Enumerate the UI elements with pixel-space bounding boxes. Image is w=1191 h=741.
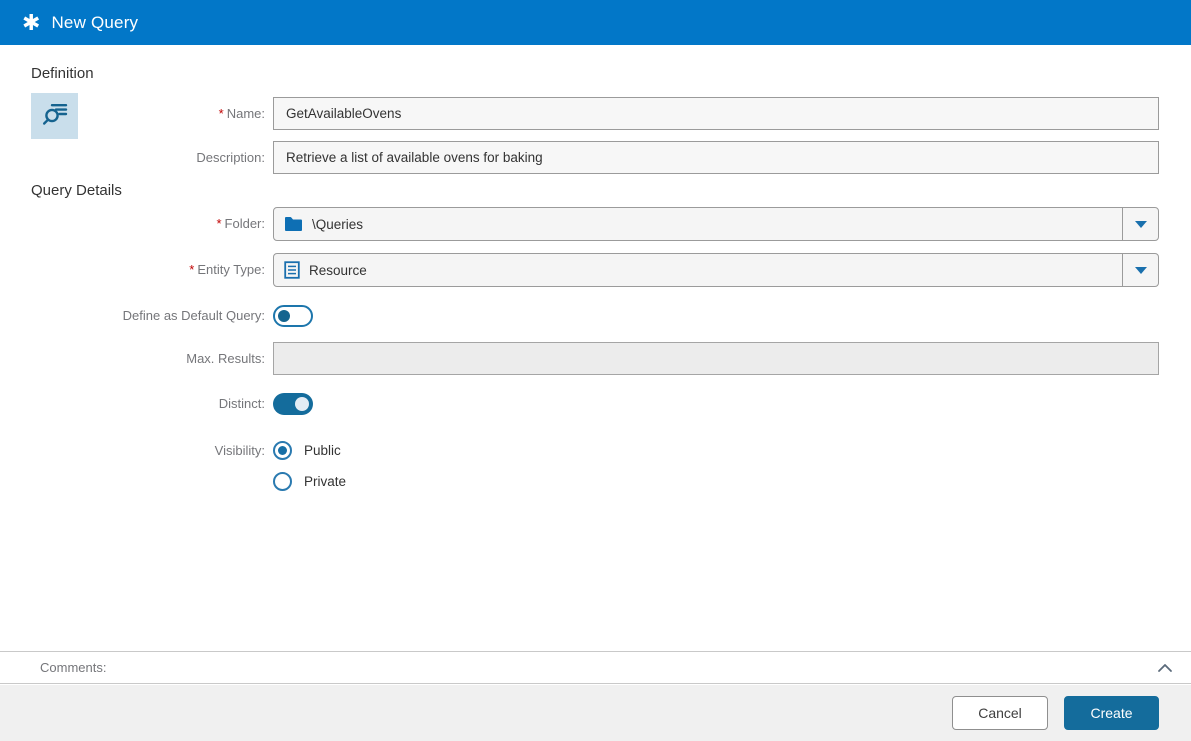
name-input[interactable]: GetAvailableOvens xyxy=(273,97,1159,130)
dialog-title: New Query xyxy=(51,12,139,32)
chevron-up-icon[interactable] xyxy=(1157,663,1173,673)
description-input[interactable]: Retrieve a list of available ovens for b… xyxy=(273,141,1159,174)
section-heading-definition: Definition xyxy=(31,65,94,82)
toggle-knob xyxy=(295,397,309,411)
dialog-footer: Cancel Create xyxy=(0,685,1191,741)
chevron-down-icon xyxy=(1134,266,1147,274)
entity-type-dropdown-arrow[interactable] xyxy=(1122,254,1158,286)
document-icon xyxy=(284,261,300,279)
folder-label: * Folder: xyxy=(216,216,265,231)
radio-dot xyxy=(278,446,287,455)
distinct-toggle[interactable] xyxy=(273,393,313,415)
folder-icon xyxy=(284,216,303,232)
public-radio-label: Public xyxy=(304,443,341,458)
required-marker: * xyxy=(218,106,224,121)
toggle-knob xyxy=(278,310,290,322)
public-radio[interactable] xyxy=(273,441,292,460)
default-query-toggle[interactable] xyxy=(273,305,313,327)
max-results-input[interactable] xyxy=(273,342,1159,375)
asterisk-icon: ✱ xyxy=(22,9,41,35)
comments-label: Comments: xyxy=(40,660,107,675)
max-results-label: Max. Results: xyxy=(186,351,265,366)
folder-dropdown[interactable]: \Queries xyxy=(273,207,1159,241)
create-button[interactable]: Create xyxy=(1064,696,1159,730)
entity-type-label: * Entity Type: xyxy=(189,262,265,277)
name-label: * Name: xyxy=(218,106,265,121)
folder-dropdown-arrow[interactable] xyxy=(1122,208,1158,240)
default-query-label: Define as Default Query: xyxy=(122,308,265,323)
description-label: Description: xyxy=(196,150,265,165)
visibility-option-public: Public xyxy=(273,441,1159,460)
private-radio-label: Private xyxy=(304,474,347,489)
required-marker: * xyxy=(216,216,222,231)
section-heading-query-details: Query Details xyxy=(31,182,122,199)
required-marker: * xyxy=(189,262,195,277)
cancel-button[interactable]: Cancel xyxy=(952,696,1048,730)
chevron-down-icon xyxy=(1134,220,1147,228)
private-radio[interactable] xyxy=(273,472,292,491)
visibility-label: Visibility: xyxy=(214,443,265,458)
distinct-label: Distinct: xyxy=(218,396,265,411)
dialog-titlebar: ✱ New Query xyxy=(0,0,1191,45)
entity-type-value: Resource xyxy=(309,262,367,278)
entity-type-dropdown[interactable]: Resource xyxy=(273,253,1159,287)
visibility-option-private: Private xyxy=(273,472,1159,491)
folder-value: \Queries xyxy=(312,216,364,232)
comments-bar: Comments: xyxy=(0,651,1191,684)
